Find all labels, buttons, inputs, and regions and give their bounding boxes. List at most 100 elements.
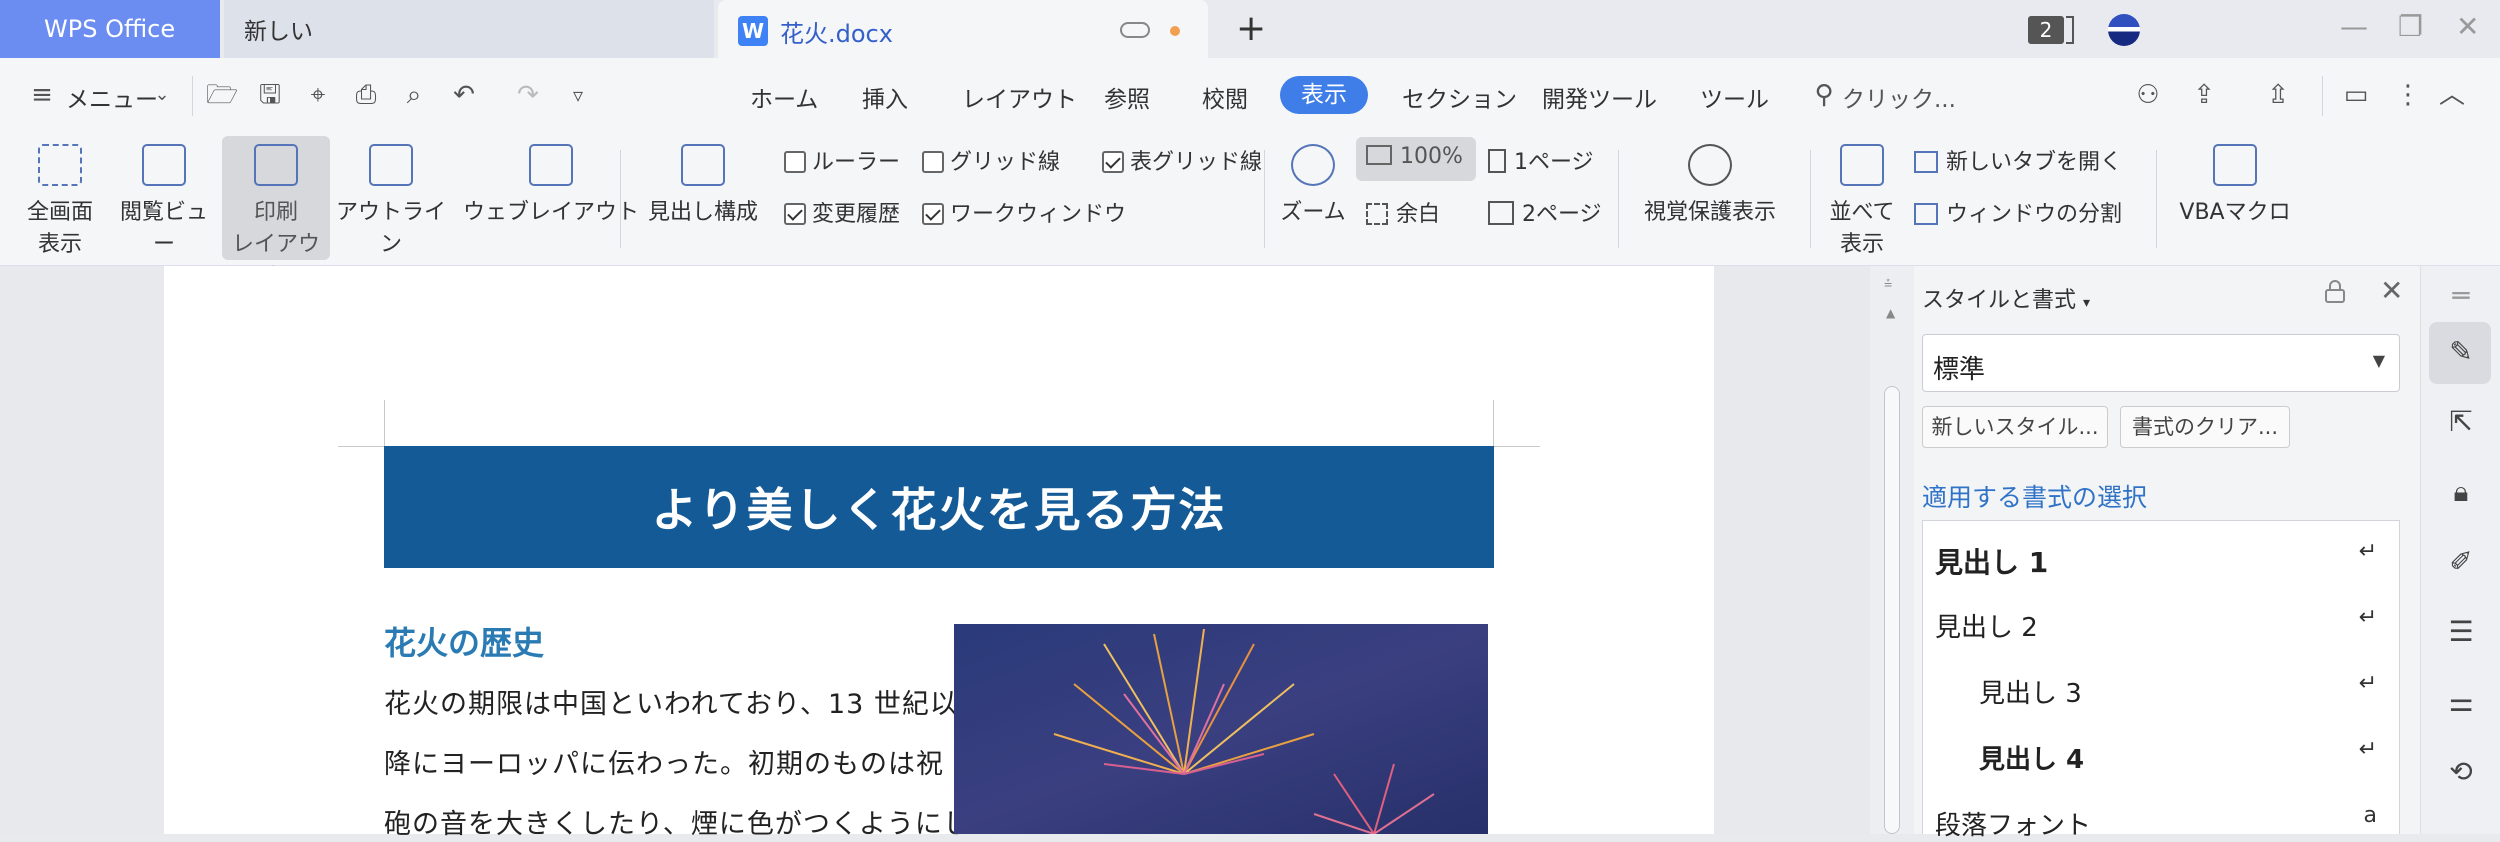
upload-icon[interactable]: ⇫ — [2264, 82, 2292, 108]
style-heading-1[interactable]: 見出し 1 — [1935, 541, 2048, 581]
ruler-label: ルーラー — [812, 150, 901, 175]
print-icon[interactable]: ⎙ — [352, 82, 380, 108]
heading-structure-button[interactable]: 見出し構成 — [634, 144, 772, 226]
scroll-up-icon[interactable]: ▲ — [1886, 306, 1895, 320]
style-heading-3[interactable]: 見出し 3 — [1979, 673, 2082, 710]
edit-tag-icon[interactable]: ✐ — [2441, 542, 2481, 582]
one-page-button[interactable]: 1ページ — [1488, 144, 1594, 176]
redo-icon[interactable]: ↷ — [514, 82, 542, 108]
styles-pen-icon[interactable]: ✎ — [2441, 332, 2481, 372]
tab-insert[interactable]: 挿入 — [862, 80, 908, 114]
lock-icon[interactable] — [2324, 280, 2346, 304]
split-window-button[interactable]: ウィンドウの分割 — [1914, 196, 2122, 228]
vertical-scrollbar[interactable]: ⩮ ▲ — [1870, 266, 1914, 834]
split-handle-icon[interactable]: ⩮ — [1884, 276, 1892, 292]
ruler-checkbox[interactable]: ルーラー — [784, 144, 900, 176]
drag-handle-icon[interactable]: ═ — [2441, 276, 2481, 316]
undo-icon[interactable]: ↶ — [450, 82, 478, 108]
select-pointer-icon[interactable]: ⇱ — [2441, 402, 2481, 442]
search-input[interactable]: クリック... — [1842, 80, 1956, 114]
new-window-button[interactable]: 新しいタブを開く — [1914, 144, 2122, 176]
menu-button[interactable]: メニュー — [66, 80, 158, 114]
table-gridlines-label: 表グリッド線 — [1130, 150, 1263, 175]
tab-tools[interactable]: ツール — [1700, 80, 1769, 114]
window-count-badge[interactable]: 2 — [2028, 16, 2064, 44]
outline-button[interactable]: アウトライン — [336, 144, 446, 258]
eye-protection-label: 視覚保護表示 — [1643, 200, 1776, 225]
styles-panel-title[interactable]: スタイルと書式 ▾ — [1922, 282, 2090, 314]
print-preview-icon[interactable]: ⌕ — [400, 82, 428, 108]
add-user-icon[interactable]: ⚇ — [2134, 82, 2162, 108]
tab-review[interactable]: 校閲 — [1202, 80, 1248, 114]
fireworks-image[interactable] — [954, 624, 1488, 834]
gridlines-checkbox-box — [922, 151, 944, 173]
document-title[interactable]: より美しく花火を見る方法 — [384, 446, 1494, 568]
new-style-button[interactable]: 新しいスタイル... — [1922, 406, 2108, 448]
settings-sliders-icon[interactable]: ⚌ — [2441, 682, 2481, 722]
clear-format-button[interactable]: 書式のクリア... — [2120, 406, 2290, 448]
format-painter-icon[interactable]: ⌖ — [304, 82, 332, 108]
share-icon[interactable]: ⇪ — [2190, 82, 2218, 108]
table-gridlines-checkbox[interactable]: 表グリッド線 — [1102, 144, 1262, 176]
eye-protection-button[interactable]: 視覚保護表示 — [1630, 144, 1790, 226]
comment-icon[interactable]: ▭ — [2342, 82, 2370, 108]
zoom-label: ズーム — [1280, 200, 1346, 225]
style-heading-2[interactable]: 見出し 2 — [1935, 607, 2038, 644]
one-page-label: 1ページ — [1514, 150, 1594, 175]
fullscreen-button[interactable]: 全画面 表示 — [18, 144, 102, 258]
chevron-down-icon[interactable]: ⌄ — [148, 82, 176, 108]
web-layout-button[interactable]: ウェブレイアウト — [456, 144, 646, 226]
current-style-select[interactable]: 標準 ▼ — [1922, 334, 2400, 392]
restore-icon[interactable]: ❐ — [2398, 10, 2423, 43]
tab-layout[interactable]: レイアウト — [962, 80, 1077, 114]
reading-view-button[interactable]: 閲覧ビュー — [112, 144, 216, 258]
body-line[interactable]: 花火の期限は中国といわれており、13 世紀以 — [384, 682, 958, 721]
history-icon[interactable]: ⟲ — [2441, 752, 2481, 792]
style-paragraph-font[interactable]: 段落フォント — [1935, 805, 2091, 842]
cloud-icon[interactable] — [1120, 22, 1150, 38]
tab-view[interactable]: 表示 — [1280, 76, 1368, 114]
protect-lock-icon[interactable]: 🔒︎ — [2441, 472, 2481, 512]
tab-developer[interactable]: 開発ツール — [1542, 80, 1657, 114]
two-page-button[interactable]: 2ページ — [1488, 196, 1602, 228]
open-folder-icon[interactable]: 🗁 — [206, 82, 238, 108]
new-tab[interactable]: 新しい — [224, 0, 714, 58]
avatar[interactable] — [2108, 14, 2140, 46]
navigation-icon[interactable]: ☰ — [2441, 612, 2481, 652]
more-icon[interactable]: ⋮ — [2394, 82, 2422, 108]
body-line[interactable]: 降にヨーロッパに伝わった。初期のものは祝 — [384, 742, 944, 781]
style-heading-4[interactable]: 見出し 4 — [1979, 739, 2084, 776]
hamburger-icon[interactable]: ≡ — [28, 82, 56, 108]
print-layout-label: 印刷 — [253, 200, 298, 225]
customize-toolbar-icon[interactable]: ▿ — [564, 82, 592, 108]
collapse-ribbon-icon[interactable]: ︿ — [2438, 82, 2466, 108]
search-icon[interactable]: ⚲ — [1810, 82, 1838, 108]
vba-macro-button[interactable]: VBAマクロ — [2170, 144, 2300, 226]
divider — [2156, 150, 2157, 248]
task-window-checkbox[interactable]: ワークウィンドウ — [922, 196, 1126, 228]
margins-button[interactable]: 余白 — [1366, 196, 1440, 228]
save-icon[interactable]: 🖫 — [256, 82, 284, 108]
zoom-button[interactable]: ズーム — [1276, 144, 1350, 226]
tab-home[interactable]: ホーム — [750, 80, 818, 114]
gridlines-checkbox[interactable]: グリッド線 — [922, 144, 1060, 176]
arrange-all-button[interactable]: 並べて 表示 — [1822, 144, 1902, 258]
body-line[interactable]: 砲の音を大きくしたり、煙に色がつくようにし — [384, 802, 971, 841]
scrollbar-thumb[interactable] — [1884, 386, 1900, 834]
track-changes-checkbox[interactable]: 変更履歴 — [784, 196, 900, 228]
close-icon[interactable]: ✕ — [2380, 274, 2403, 307]
divider — [1618, 150, 1619, 248]
tab-section[interactable]: セクション — [1402, 80, 1517, 114]
minimize-icon[interactable]: — — [2340, 10, 2368, 43]
section-heading[interactable]: 花火の歴史 — [384, 618, 544, 664]
ruler-checkbox-box — [784, 151, 806, 173]
tab-references[interactable]: 参照 — [1104, 80, 1150, 114]
book-icon — [142, 144, 186, 186]
vba-icon — [2213, 144, 2257, 186]
close-window-icon[interactable]: ✕ — [2456, 10, 2479, 43]
wps-office-tab[interactable]: WPS Office — [0, 0, 220, 58]
add-tab-icon[interactable]: + — [1236, 8, 1266, 49]
zoom-100-button[interactable]: 100% — [1366, 144, 1463, 169]
outline-label: アウトライン — [336, 200, 447, 257]
margins-icon — [1366, 203, 1388, 225]
